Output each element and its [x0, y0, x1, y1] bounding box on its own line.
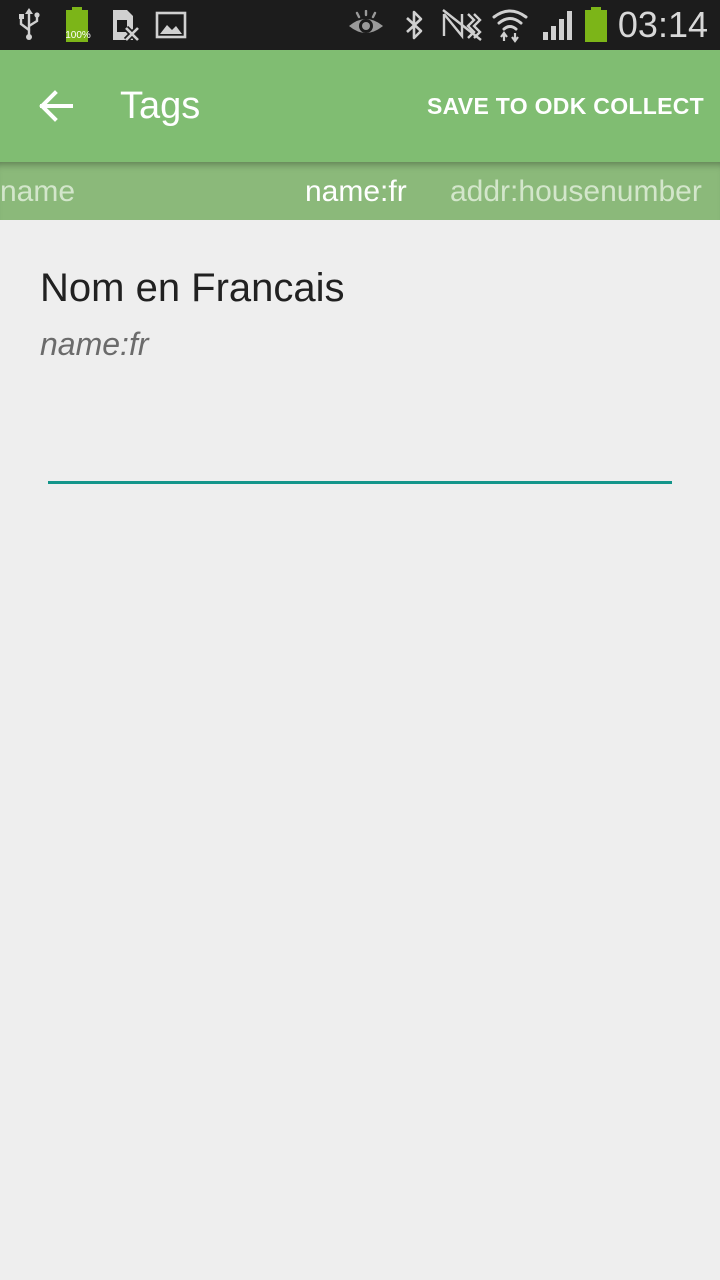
gallery-icon	[154, 0, 188, 50]
status-bar: 100% 03:14	[0, 0, 720, 50]
usb-icon	[14, 0, 44, 50]
tab-name[interactable]: name	[0, 162, 75, 220]
battery-full-icon: 100%	[62, 0, 92, 50]
bluetooth-icon	[400, 0, 428, 50]
arrow-left-icon	[38, 90, 74, 122]
no-sim-icon	[108, 0, 142, 50]
tag-tab-strip[interactable]: name name:fr addr:housenumber	[0, 162, 720, 220]
tab-addr-housenumber[interactable]: addr:housenumber	[450, 162, 702, 220]
screen: 100% 03:14 Tags SAVE TO ODK COLLECT name…	[0, 0, 720, 1280]
wifi-icon	[490, 0, 530, 50]
back-button[interactable]	[20, 72, 92, 140]
field-label: Nom en Francais	[40, 266, 345, 310]
nfc-muted-icon	[440, 0, 484, 50]
tag-value-input[interactable]	[48, 420, 672, 484]
battery-icon	[582, 0, 610, 50]
eye-icon	[346, 0, 386, 50]
page-title: Tags	[120, 85, 201, 127]
tab-name-fr[interactable]: name:fr	[305, 162, 407, 220]
save-to-odk-collect-button[interactable]: SAVE TO ODK COLLECT	[427, 50, 704, 162]
battery-percent-badge: 100%	[65, 30, 91, 41]
field-key: name:fr	[40, 326, 149, 362]
status-time: 03:14	[617, 4, 708, 45]
cell-signal-icon	[540, 0, 578, 50]
action-bar: Tags SAVE TO ODK COLLECT	[0, 50, 720, 162]
